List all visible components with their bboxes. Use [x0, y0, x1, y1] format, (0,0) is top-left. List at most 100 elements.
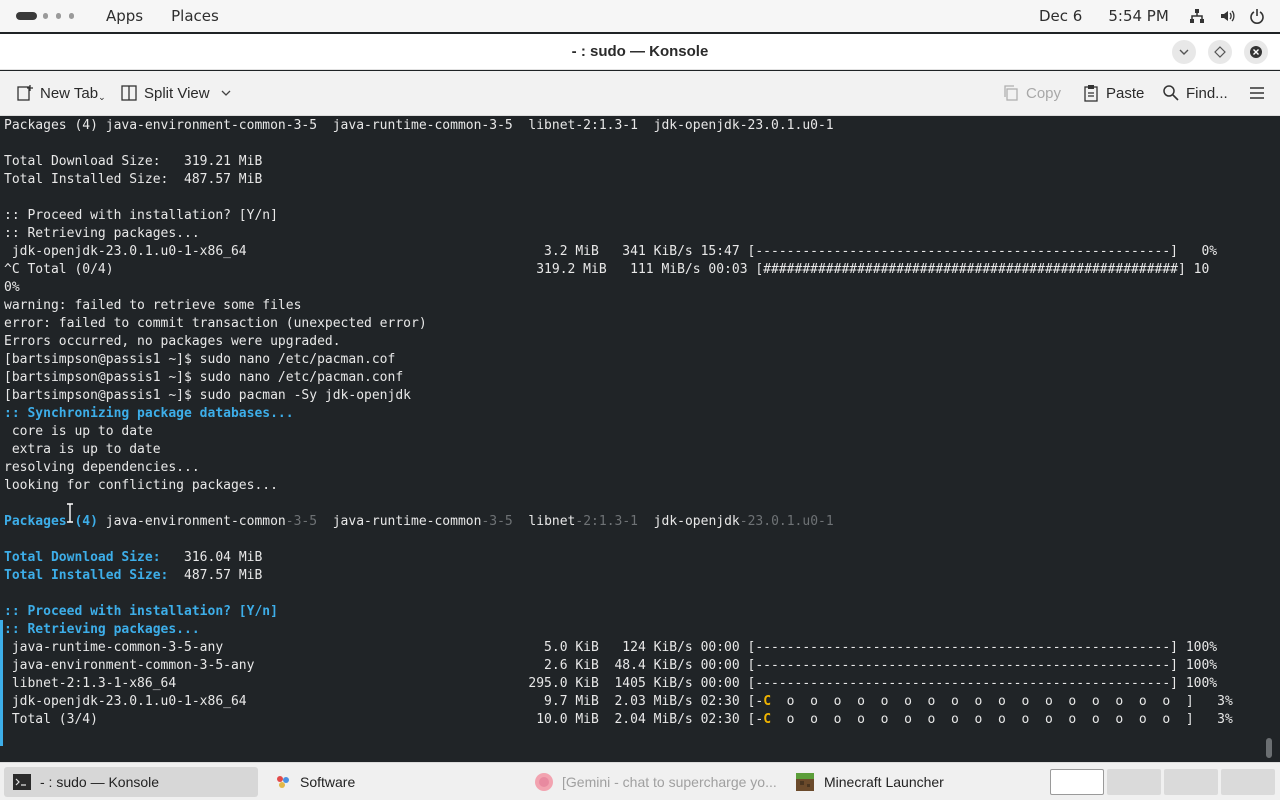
split-view-label: Split View — [144, 84, 210, 102]
workspace-4[interactable] — [1221, 769, 1275, 795]
firefox-icon — [535, 773, 553, 791]
network-icon[interactable] — [1188, 8, 1206, 24]
terminal-line: Packages (4) java-environment-common-3-5… — [4, 513, 1233, 531]
terminal-line: jdk-openjdk-23.0.1.u0-1-x86_64 3.2 MiB 3… — [4, 243, 1233, 261]
terminal-text: Total Installed Size: — [4, 568, 169, 583]
terminal-line: error: failed to commit transaction (une… — [4, 315, 1233, 333]
terminal-text: o o o o o o o o o o o o o o o o o ] 3% — [771, 694, 1233, 709]
paste-label: Paste — [1106, 84, 1145, 102]
task-browser[interactable]: [Gemini - chat to supercharge yo... — [526, 767, 778, 797]
copy-button[interactable]: Copy — [1002, 83, 1061, 103]
konsole-toolbar: New Tab ⌄ Split View Copy Paste Find... — [0, 71, 1280, 116]
terminal-text: :: Retrieving packages... — [4, 226, 200, 241]
paste-button[interactable]: Paste — [1082, 83, 1144, 103]
terminal-text: -2:1.3-1 — [575, 514, 639, 529]
terminal-text: :: Synchronizing package databases... — [4, 406, 294, 421]
terminal-text: libnet — [512, 514, 576, 529]
terminal-text: resolving dependencies... — [4, 460, 200, 475]
close-button[interactable] — [1244, 40, 1268, 64]
terminal-line: Total Installed Size: 487.57 MiB — [4, 171, 1233, 189]
terminal-text: warning: failed to retrieve some files — [4, 298, 302, 313]
top-panel: Apps Places Dec 6 5:54 PM — [0, 0, 1280, 32]
mouse-ibeam-cursor-icon — [67, 503, 73, 523]
terminal-text: looking for conflicting packages... — [4, 478, 278, 493]
terminal-line: Total Download Size: 319.21 MiB — [4, 153, 1233, 171]
split-view-icon — [121, 85, 137, 101]
window-titlebar[interactable]: - : sudo — Konsole — [0, 34, 1280, 70]
search-icon — [1163, 85, 1179, 101]
terminal-line: jdk-openjdk-23.0.1.u0-1-x86_64 9.7 MiB 2… — [4, 693, 1233, 711]
new-tab-dropdown-icon: ⌄ — [98, 91, 106, 102]
terminal-text: 487.57 MiB — [168, 568, 263, 583]
power-icon[interactable] — [1248, 8, 1266, 24]
terminal-line: Total Installed Size: 487.57 MiB — [4, 567, 1233, 585]
terminal-text: java-runtime-common-3-5-any 5.0 KiB 124 … — [4, 640, 1218, 655]
terminal-view[interactable]: Packages (4) java-environment-common-3-5… — [0, 116, 1280, 762]
diamond-icon — [1214, 46, 1226, 58]
terminal-text: :: Proceed with installation? [Y/n] — [4, 208, 278, 223]
terminal-text: core is up to date — [4, 424, 153, 439]
terminal-text: [bartsimpson@passis1 ~]$ sudo nano /etc/… — [4, 370, 404, 385]
terminal-text: 316.04 MiB — [160, 550, 263, 565]
terminal-text: java-environment-common-3-5-any 2.6 KiB … — [4, 658, 1218, 673]
terminal-text: [bartsimpson@passis1 ~]$ sudo nano /etc/… — [4, 352, 396, 367]
terminal-text: Packages (4) — [4, 514, 106, 529]
workspace-2[interactable] — [1107, 769, 1161, 795]
chevron-down-icon — [1179, 49, 1189, 55]
terminal-scrollbar-thumb[interactable] — [1266, 738, 1272, 758]
terminal-text: o o o o o o o o o o o o o o o o o ] 3% — [771, 712, 1233, 727]
terminal-line: warning: failed to retrieve some files — [4, 297, 1233, 315]
activities-button[interactable] — [16, 8, 82, 24]
taskbar: - : sudo — Konsole Software [Gemini - ch… — [0, 762, 1280, 800]
terminal-line: Errors occurred, no packages were upgrad… — [4, 333, 1233, 351]
split-view-button[interactable]: Split View — [120, 83, 232, 103]
terminal-text: Packages (4) java-environment-common-3-5… — [4, 118, 834, 133]
terminal-text: -3-5 — [285, 514, 318, 529]
terminal-line: java-environment-common-3-5-any 2.6 KiB … — [4, 657, 1233, 675]
find-button[interactable]: Find... — [1162, 83, 1228, 103]
terminal-text: java-environment-common — [105, 514, 286, 529]
terminal-text: Errors occurred, no packages were upgrad… — [4, 334, 341, 349]
system-tray[interactable] — [1188, 8, 1266, 24]
hamburger-menu-icon — [1250, 87, 1264, 99]
terminal-icon — [13, 774, 31, 790]
maximize-button[interactable] — [1208, 40, 1232, 64]
apps-menu[interactable]: Apps — [106, 7, 143, 25]
places-menu[interactable]: Places — [171, 7, 219, 25]
terminal-text: C — [763, 712, 772, 727]
copy-icon — [1004, 85, 1018, 101]
terminal-text: :: Retrieving packages... — [4, 622, 200, 637]
hamburger-menu-button[interactable] — [1248, 83, 1266, 103]
terminal-text: :: Proceed with installation? [Y/n] — [4, 604, 278, 619]
workspace-3[interactable] — [1164, 769, 1218, 795]
terminal-text: ^C Total (0/4) 319.2 MiB 111 MiB/s 00:03… — [4, 262, 1210, 277]
terminal-line: resolving dependencies... — [4, 459, 1233, 477]
terminal-line: looking for conflicting packages... — [4, 477, 1233, 495]
window-title: - : sudo — Konsole — [571, 43, 709, 60]
terminal-line: extra is up to date — [4, 441, 1233, 459]
volume-icon[interactable] — [1218, 8, 1236, 24]
terminal-text: -23.0.1.u0-1 — [739, 514, 834, 529]
task-software[interactable]: Software — [266, 767, 516, 797]
terminal-text: Total Download Size: — [4, 550, 161, 565]
task-minecraft[interactable]: Minecraft Launcher — [786, 767, 1036, 797]
terminal-output[interactable]: Packages (4) java-environment-common-3-5… — [4, 117, 1233, 729]
new-tab-button[interactable]: New Tab ⌄ — [16, 83, 106, 103]
terminal-text: extra is up to date — [4, 442, 161, 457]
terminal-line: java-runtime-common-3-5-any 5.0 KiB 124 … — [4, 639, 1233, 657]
terminal-text: [bartsimpson@passis1 ~]$ sudo pacman -Sy… — [4, 388, 411, 403]
software-icon — [277, 776, 289, 788]
paste-icon — [1084, 85, 1098, 102]
terminal-text: jdk-openjdk-23.0.1.u0-1-x86_64 3.2 MiB 3… — [4, 244, 1218, 259]
terminal-line: [bartsimpson@passis1 ~]$ sudo nano /etc/… — [4, 351, 1233, 369]
workspace-1[interactable] — [1050, 769, 1104, 795]
terminal-text: 0% — [4, 280, 20, 295]
clock[interactable]: Dec 6 5:54 PM — [1039, 7, 1195, 25]
task-konsole[interactable]: - : sudo — Konsole — [4, 767, 258, 797]
terminal-selection-marker — [0, 620, 3, 746]
minimize-button[interactable] — [1172, 40, 1196, 64]
copy-label: Copy — [1026, 84, 1062, 102]
